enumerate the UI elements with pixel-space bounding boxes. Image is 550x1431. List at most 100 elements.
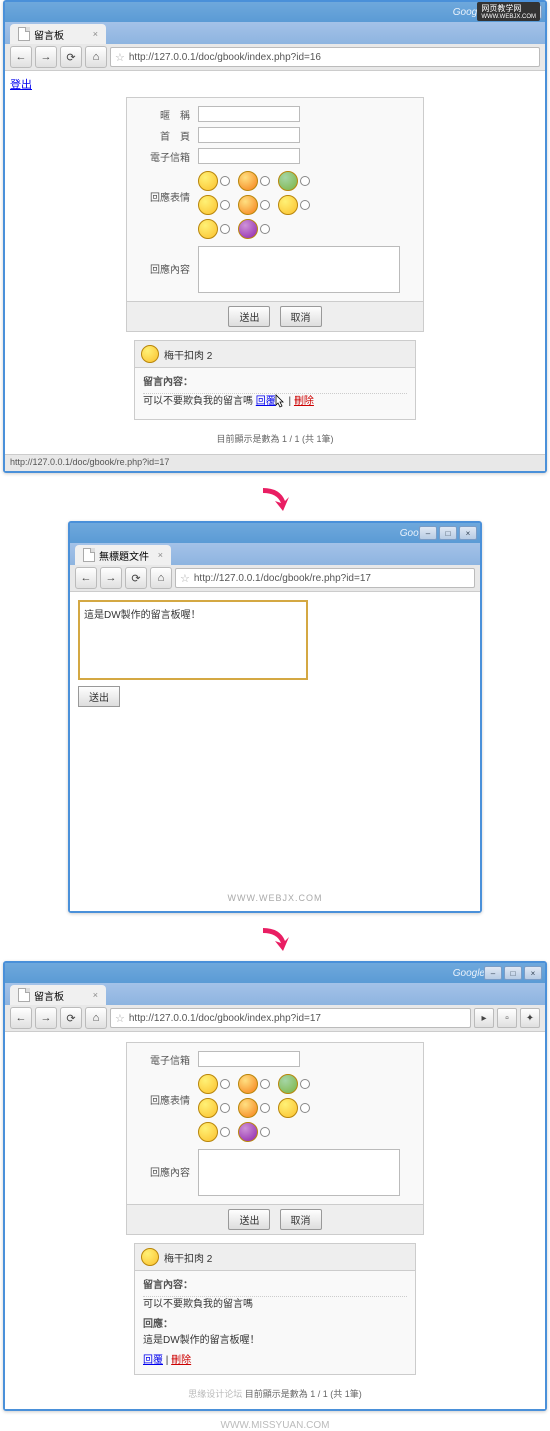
tab-close-icon[interactable]: × <box>93 29 98 39</box>
home-button[interactable]: ⌂ <box>85 1007 107 1029</box>
emoji-option[interactable] <box>198 1074 230 1094</box>
emoji-option[interactable] <box>238 1122 270 1142</box>
star-icon[interactable]: ☆ <box>115 51 125 64</box>
input-email[interactable] <box>198 1051 300 1067</box>
input-nickname[interactable] <box>198 106 300 122</box>
emoji-option[interactable] <box>198 1098 230 1118</box>
textarea-content[interactable] <box>198 1149 400 1196</box>
toolbar: ← → ⟳ ⌂ ☆ http://127.0.0.1/doc/gbook/ind… <box>5 44 545 71</box>
message-content-text: 可以不要欺負我的留言嗎 <box>143 1297 407 1313</box>
emoji-option[interactable] <box>198 219 230 239</box>
input-email[interactable] <box>198 148 300 164</box>
star-icon[interactable]: ☆ <box>115 1012 125 1025</box>
close-button[interactable]: × <box>524 966 542 980</box>
minimize-button[interactable]: – <box>419 526 437 540</box>
emoji-icon <box>278 1074 298 1094</box>
radio-icon <box>260 200 270 210</box>
back-button[interactable]: ← <box>10 1007 32 1029</box>
radio-icon <box>260 1103 270 1113</box>
url-bar[interactable]: ☆ http://127.0.0.1/doc/gbook/re.php?id=1… <box>175 568 475 588</box>
reply-box: 回應： 這是DW製作的留言板喔！ <box>143 1317 407 1349</box>
emoji-option[interactable] <box>238 219 270 239</box>
maximize-button[interactable]: □ <box>439 526 457 540</box>
submit-button[interactable]: 送出 <box>228 306 270 327</box>
emoji-option[interactable] <box>238 195 270 215</box>
forward-button[interactable]: → <box>35 46 57 68</box>
submit-button[interactable]: 送出 <box>78 686 120 707</box>
message-content-text: 可以不要欺負我的留言嗎 <box>143 396 253 407</box>
emoji-option[interactable] <box>278 171 310 191</box>
delete-link[interactable]: 刪除 <box>294 396 314 407</box>
page-icon <box>83 548 95 562</box>
message-panel: 梅干扣肉 2 留言內容： 可以不要欺負我的留言嗎 回應： 這是DW製作的留言板喔… <box>134 1243 416 1375</box>
emoji-option[interactable] <box>238 1098 270 1118</box>
message-body: 留言內容： 可以不要欺負我的留言嗎 回覆 | 刪除 <box>135 368 415 419</box>
page-content: 這是DW製作的留言板喔！ 送出 WWW.WEBJX.COM <box>70 592 480 911</box>
cancel-button[interactable]: 取消 <box>280 306 322 327</box>
emoji-option[interactable] <box>238 171 270 191</box>
reply-link[interactable]: 回覆 <box>256 396 276 407</box>
message-section-title: 留言內容： <box>143 373 407 394</box>
emoji-icon <box>198 1074 218 1094</box>
emoji-grid <box>198 169 310 241</box>
radio-icon <box>300 200 310 210</box>
back-button[interactable]: ← <box>10 46 32 68</box>
page-menu-button[interactable]: ▫ <box>497 1008 517 1028</box>
minimize-button[interactable]: – <box>484 966 502 980</box>
back-button[interactable]: ← <box>75 567 97 589</box>
star-icon[interactable]: ☆ <box>180 572 190 585</box>
url-bar[interactable]: ☆ http://127.0.0.1/doc/gbook/index.php?i… <box>110 47 540 67</box>
emoji-option[interactable] <box>198 171 230 191</box>
form-row-emotion: 回應表情 <box>135 1072 415 1144</box>
reply-textarea[interactable]: 這是DW製作的留言板喔！ <box>78 600 308 680</box>
reload-button[interactable]: ⟳ <box>60 1007 82 1029</box>
forward-button[interactable]: → <box>35 1007 57 1029</box>
titlebar: Google – □ × 网页教学网 WWW.WEBJX.COM <box>5 2 545 22</box>
radio-icon <box>260 176 270 186</box>
emoji-icon <box>238 195 258 215</box>
forward-button[interactable]: → <box>100 567 122 589</box>
form-row-content: 回應內容 <box>135 1149 415 1196</box>
tab-strip: 無標題文件 × <box>70 543 480 565</box>
emoji-option[interactable] <box>198 195 230 215</box>
flow-arrow <box>0 918 550 961</box>
browser-tab[interactable]: 留言板 × <box>10 985 106 1005</box>
bookmark-button[interactable]: ▸ <box>474 1008 494 1028</box>
reload-button[interactable]: ⟳ <box>125 567 147 589</box>
browser-window-1: Google – □ × 网页教学网 WWW.WEBJX.COM 留言板 × ←… <box>3 0 547 473</box>
submit-button[interactable]: 送出 <box>228 1209 270 1230</box>
emoji-option[interactable] <box>278 195 310 215</box>
emoji-option[interactable] <box>278 1098 310 1118</box>
maximize-button[interactable]: □ <box>504 966 522 980</box>
reply-form-panel: 暱 稱 首 頁 電子信箱 回應表情 <box>126 97 424 332</box>
home-button[interactable]: ⌂ <box>150 567 172 589</box>
pagination-text: 目前顯示是數為 1 / 1 (共 1筆) <box>245 1389 362 1399</box>
browser-tab[interactable]: 無標題文件 × <box>75 545 171 565</box>
url-bar[interactable]: ☆ http://127.0.0.1/doc/gbook/index.php?i… <box>110 1008 471 1028</box>
avatar-emoji-icon <box>141 1248 159 1266</box>
delete-link[interactable]: 刪除 <box>171 1355 191 1366</box>
label-email: 電子信箱 <box>135 149 198 164</box>
emoji-option[interactable] <box>238 1074 270 1094</box>
cancel-button[interactable]: 取消 <box>280 1209 322 1230</box>
tab-close-icon[interactable]: × <box>93 990 98 1000</box>
browser-tab[interactable]: 留言板 × <box>10 24 106 44</box>
input-homepage[interactable] <box>198 127 300 143</box>
emoji-option <box>278 219 310 239</box>
logout-link[interactable]: 登出 <box>10 79 32 91</box>
url-text: http://127.0.0.1/doc/gbook/index.php?id=… <box>129 52 321 63</box>
emoji-option[interactable] <box>198 1122 230 1142</box>
reply-link[interactable]: 回覆 <box>143 1355 163 1366</box>
wrench-button[interactable]: ✦ <box>520 1008 540 1028</box>
home-button[interactable]: ⌂ <box>85 46 107 68</box>
tab-strip: 留言板 × <box>5 22 545 44</box>
textarea-content[interactable] <box>198 246 400 293</box>
message-panel: 梅干扣肉 2 留言內容： 可以不要欺負我的留言嗎 回覆 | 刪除 <box>134 340 416 420</box>
watermark-badge: 网页教学网 WWW.WEBJX.COM <box>477 2 540 21</box>
emoji-option[interactable] <box>278 1074 310 1094</box>
tab-strip: 留言板 × <box>5 983 545 1005</box>
tab-close-icon[interactable]: × <box>158 550 163 560</box>
close-button[interactable]: × <box>459 526 477 540</box>
reload-button[interactable]: ⟳ <box>60 46 82 68</box>
flow-arrow <box>0 478 550 521</box>
